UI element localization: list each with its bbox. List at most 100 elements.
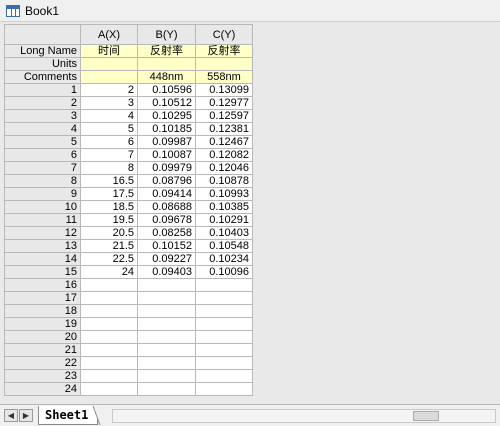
cell-c[interactable]: 0.12977 [195,96,253,110]
long-name-a[interactable]: 时间 [80,44,138,58]
row-number[interactable]: 10 [4,200,81,214]
cell-a[interactable] [80,330,138,344]
cell-c[interactable]: 0.10291 [195,213,253,227]
row-number[interactable]: 13 [4,239,81,253]
cell-b[interactable] [137,291,196,305]
tab-scroll-left-icon[interactable]: ◀ [4,409,18,422]
row-number[interactable]: 1 [4,83,81,97]
cell-b[interactable]: 0.10087 [137,148,196,162]
cell-b[interactable]: 0.10185 [137,122,196,136]
row-number[interactable]: 17 [4,291,81,305]
worksheet-grid[interactable]: A(X) B(Y) C(Y) Long Name 时间 反射率 反射率 Unit… [4,24,253,396]
row-number[interactable]: 16 [4,278,81,292]
cell-b[interactable]: 0.09678 [137,213,196,227]
cell-a[interactable] [80,291,138,305]
comments-c[interactable]: 558nm [195,70,253,84]
cell-b[interactable] [137,382,196,396]
cell-a[interactable] [80,369,138,383]
cell-c[interactable] [195,291,253,305]
cell-b[interactable]: 0.09987 [137,135,196,149]
column-header-b[interactable]: B(Y) [137,24,196,45]
cell-b[interactable]: 0.09979 [137,161,196,175]
row-number[interactable]: 5 [4,135,81,149]
units-c[interactable] [195,57,253,71]
cell-a[interactable] [80,278,138,292]
cell-b[interactable]: 0.08796 [137,174,196,188]
cell-a[interactable]: 24 [80,265,138,279]
cell-b[interactable]: 0.09414 [137,187,196,201]
row-number[interactable]: 14 [4,252,81,266]
cell-c[interactable]: 0.12597 [195,109,253,123]
comments-b[interactable]: 448nm [137,70,196,84]
sheet-tab-sheet1[interactable]: Sheet1 [38,406,98,425]
cell-a[interactable] [80,304,138,318]
row-number[interactable]: 21 [4,343,81,357]
cell-b[interactable] [137,317,196,331]
row-number[interactable]: 12 [4,226,81,240]
comments-row-label[interactable]: Comments [4,70,81,84]
cell-b[interactable]: 0.10152 [137,239,196,253]
cell-c[interactable] [195,330,253,344]
cell-a[interactable]: 17.5 [80,187,138,201]
cell-c[interactable]: 0.10403 [195,226,253,240]
units-row-label[interactable]: Units [4,57,81,71]
row-number[interactable]: 19 [4,317,81,331]
cell-b[interactable] [137,304,196,318]
cell-c[interactable]: 0.10096 [195,265,253,279]
cell-b[interactable]: 0.09403 [137,265,196,279]
cell-b[interactable] [137,356,196,370]
cell-a[interactable]: 22.5 [80,252,138,266]
cell-c[interactable]: 0.10234 [195,252,253,266]
cell-a[interactable]: 16.5 [80,174,138,188]
cell-a[interactable]: 3 [80,96,138,110]
cell-b[interactable]: 0.10596 [137,83,196,97]
column-header-a[interactable]: A(X) [80,24,138,45]
row-number[interactable]: 15 [4,265,81,279]
row-number[interactable]: 8 [4,174,81,188]
row-number[interactable]: 18 [4,304,81,318]
row-number[interactable]: 20 [4,330,81,344]
cell-c[interactable] [195,382,253,396]
cell-c[interactable]: 0.10993 [195,187,253,201]
cell-b[interactable] [137,343,196,357]
cell-a[interactable]: 20.5 [80,226,138,240]
cell-c[interactable]: 0.12046 [195,161,253,175]
cell-c[interactable] [195,317,253,331]
cell-b[interactable]: 0.10295 [137,109,196,123]
cell-c[interactable]: 0.10385 [195,200,253,214]
long-name-c[interactable]: 反射率 [195,44,253,58]
window-titlebar[interactable]: Book1 [0,0,500,22]
cell-a[interactable]: 5 [80,122,138,136]
row-number[interactable]: 3 [4,109,81,123]
comments-a[interactable] [80,70,138,84]
row-number[interactable]: 9 [4,187,81,201]
cell-b[interactable] [137,330,196,344]
cell-c[interactable]: 0.12467 [195,135,253,149]
cell-a[interactable]: 2 [80,83,138,97]
row-number[interactable]: 4 [4,122,81,136]
cell-b[interactable] [137,278,196,292]
cell-c[interactable]: 0.12381 [195,122,253,136]
cell-a[interactable]: 21.5 [80,239,138,253]
cell-a[interactable] [80,356,138,370]
cell-c[interactable] [195,304,253,318]
cell-a[interactable] [80,343,138,357]
cell-a[interactable] [80,317,138,331]
cell-c[interactable]: 0.13099 [195,83,253,97]
cell-a[interactable]: 4 [80,109,138,123]
long-name-b[interactable]: 反射率 [137,44,196,58]
cell-c[interactable] [195,278,253,292]
tab-scroll-right-icon[interactable]: ▶ [19,409,33,422]
horizontal-scrollbar[interactable] [112,409,496,423]
cell-a[interactable]: 8 [80,161,138,175]
cell-c[interactable] [195,343,253,357]
cell-a[interactable] [80,382,138,396]
column-header-c[interactable]: C(Y) [195,24,253,45]
cell-b[interactable]: 0.08258 [137,226,196,240]
scrollbar-thumb[interactable] [413,411,439,421]
row-number[interactable]: 23 [4,369,81,383]
cell-a[interactable]: 7 [80,148,138,162]
cell-b[interactable] [137,369,196,383]
cell-b[interactable]: 0.08688 [137,200,196,214]
row-number[interactable]: 2 [4,96,81,110]
